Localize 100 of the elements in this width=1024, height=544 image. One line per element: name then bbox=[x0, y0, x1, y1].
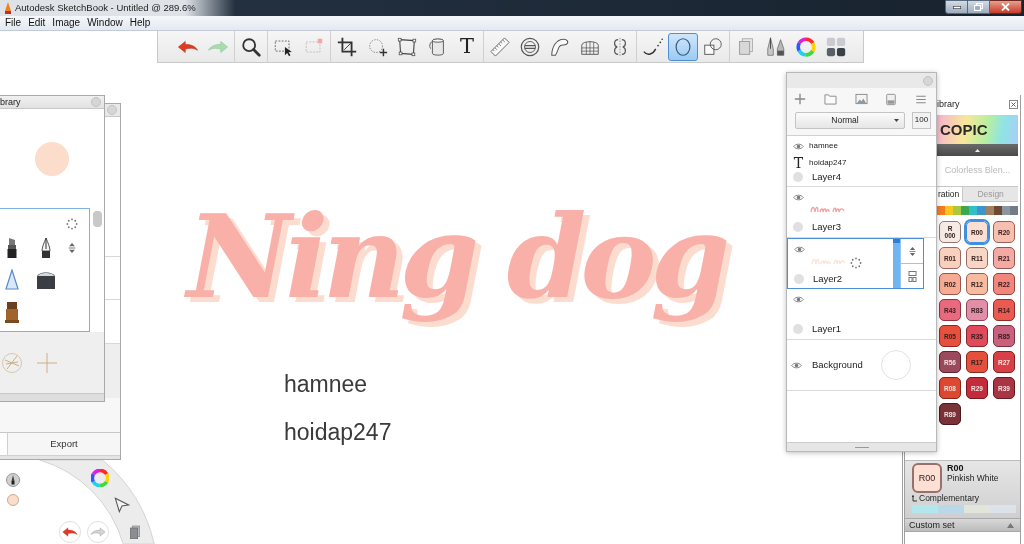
layer-name[interactable]: Layer1 bbox=[812, 324, 842, 334]
eye-icon[interactable] bbox=[793, 295, 804, 303]
complementary-swatch[interactable] bbox=[964, 505, 990, 513]
export-button[interactable]: Export bbox=[8, 433, 120, 455]
layer-name[interactable]: Background bbox=[812, 360, 863, 370]
brand-logo: COPIC bbox=[940, 122, 988, 137]
dot-icon[interactable] bbox=[793, 324, 803, 334]
merge-icon[interactable] bbox=[907, 270, 917, 282]
color-wheel-icon[interactable] bbox=[91, 469, 109, 487]
crop-icon[interactable] bbox=[336, 35, 358, 58]
eye-icon[interactable] bbox=[794, 245, 805, 253]
resize-handle[interactable] bbox=[854, 446, 869, 448]
caret-icon bbox=[894, 118, 899, 122]
close-button[interactable] bbox=[990, 0, 1022, 14]
slider-thumb[interactable] bbox=[893, 239, 900, 243]
up-down-arrows-icon[interactable] bbox=[907, 245, 917, 257]
current-color-swatch: R00 bbox=[912, 463, 942, 493]
shapes-icon[interactable] bbox=[702, 35, 724, 58]
pen-nib-icon[interactable] bbox=[39, 237, 53, 259]
folder-icon[interactable] bbox=[823, 93, 837, 105]
color-family-swatch[interactable] bbox=[1009, 206, 1018, 215]
panel-title: ibrary bbox=[937, 99, 960, 109]
grid-icon[interactable] bbox=[825, 35, 847, 58]
close-icon[interactable] bbox=[1009, 99, 1018, 109]
color-family-swatch[interactable] bbox=[937, 206, 946, 215]
plus-icon[interactable] bbox=[794, 93, 806, 105]
undo-icon[interactable] bbox=[59, 521, 81, 543]
pointer-arrow-icon[interactable] bbox=[114, 497, 130, 513]
close-icon bbox=[1001, 3, 1010, 11]
eye-icon[interactable] bbox=[791, 361, 802, 369]
corner-arrow-icon bbox=[912, 495, 917, 502]
layer-name[interactable]: Layer3 bbox=[812, 222, 842, 232]
color-family-swatch[interactable] bbox=[985, 206, 994, 215]
menu-icon[interactable] bbox=[915, 93, 927, 105]
minimize-icon bbox=[952, 5, 961, 9]
rune-circle-icon[interactable] bbox=[1, 351, 23, 374]
color-family-swatch[interactable] bbox=[969, 206, 978, 215]
text-item: hamnee bbox=[809, 142, 838, 150]
up-triangle-icon bbox=[975, 148, 980, 152]
redo-icon[interactable] bbox=[87, 521, 109, 543]
text-item: hoidap247 bbox=[809, 159, 847, 167]
layer-row[interactable]: Layer2 bbox=[787, 238, 924, 289]
color-family-swatch[interactable] bbox=[961, 206, 970, 215]
custom-set-header[interactable]: Custom set bbox=[905, 518, 1020, 532]
window-title: Autodesk SketchBook - Untitled @ 289.6% bbox=[15, 3, 196, 13]
color-family-swatch[interactable] bbox=[1001, 206, 1010, 215]
menu-item[interactable]: File bbox=[5, 18, 22, 28]
pages-icon[interactable] bbox=[127, 524, 143, 540]
brush-nibs-icon[interactable] bbox=[765, 35, 787, 58]
ellipse-guide-icon[interactable] bbox=[519, 35, 541, 58]
color-indicator-icon[interactable] bbox=[7, 494, 19, 506]
dot-icon[interactable] bbox=[794, 274, 804, 284]
restore-button[interactable] bbox=[968, 0, 990, 14]
scrollbar-thumb[interactable] bbox=[92, 211, 102, 227]
complementary-swatch[interactable] bbox=[912, 505, 938, 513]
menu-item[interactable]: Help bbox=[129, 18, 151, 28]
layer-name[interactable]: Layer2 bbox=[813, 274, 843, 284]
eye-icon[interactable] bbox=[793, 193, 804, 201]
color-family-swatch[interactable] bbox=[953, 206, 962, 215]
brush-indicator-icon[interactable] bbox=[6, 473, 20, 487]
dot-icon[interactable] bbox=[793, 172, 803, 182]
color-name: Pinkish White bbox=[947, 473, 999, 483]
background-swatch-icon[interactable] bbox=[881, 350, 911, 380]
complementary-swatch[interactable] bbox=[990, 505, 1016, 513]
panel-title: brary bbox=[0, 97, 21, 107]
opacity-slider[interactable] bbox=[893, 239, 900, 288]
complementary-swatch[interactable] bbox=[938, 505, 964, 513]
stamp-icon[interactable] bbox=[4, 301, 20, 323]
canvas-text: hoidap247 bbox=[284, 421, 392, 444]
triangle-brush-icon[interactable] bbox=[5, 269, 19, 291]
tool-button[interactable] bbox=[668, 32, 698, 61]
marker-icon[interactable] bbox=[5, 237, 19, 259]
eye-icon[interactable] bbox=[793, 142, 804, 150]
tab[interactable]: ration bbox=[937, 186, 964, 202]
layer-name[interactable]: Layer4 bbox=[812, 172, 842, 182]
canvas-text: hamnee bbox=[284, 373, 369, 396]
distort-icon[interactable] bbox=[396, 35, 418, 58]
minimize-button[interactable] bbox=[945, 0, 968, 14]
complementary-label: Complementary bbox=[919, 494, 979, 503]
menu-item[interactable]: Image bbox=[52, 18, 81, 28]
text-tool-button[interactable]: T bbox=[452, 32, 482, 61]
color-wheel-icon[interactable] bbox=[795, 35, 817, 58]
curve-stroke-icon[interactable] bbox=[642, 35, 664, 58]
text-layer-glyph: T bbox=[793, 156, 804, 170]
color-code: R00 bbox=[947, 463, 965, 473]
menu-item[interactable]: Window bbox=[87, 18, 123, 28]
up-triangle-icon bbox=[1007, 522, 1014, 528]
dot-icon[interactable] bbox=[793, 222, 803, 232]
opacity-field[interactable]: 100 bbox=[912, 111, 931, 129]
magnifier-icon[interactable] bbox=[240, 35, 262, 58]
menu-item[interactable]: Edit bbox=[28, 18, 46, 28]
color-family-swatch[interactable] bbox=[945, 206, 954, 215]
color-preview-icon bbox=[35, 141, 69, 176]
color-family-swatch[interactable] bbox=[977, 206, 986, 215]
up-down-arrows-icon[interactable] bbox=[67, 242, 77, 254]
color-family-swatch[interactable] bbox=[993, 206, 1002, 215]
image-icon[interactable] bbox=[854, 93, 868, 105]
blend-mode-dropdown[interactable]: Normal bbox=[795, 111, 905, 129]
restore-icon bbox=[974, 3, 983, 11]
app-logo-icon bbox=[4, 2, 12, 14]
